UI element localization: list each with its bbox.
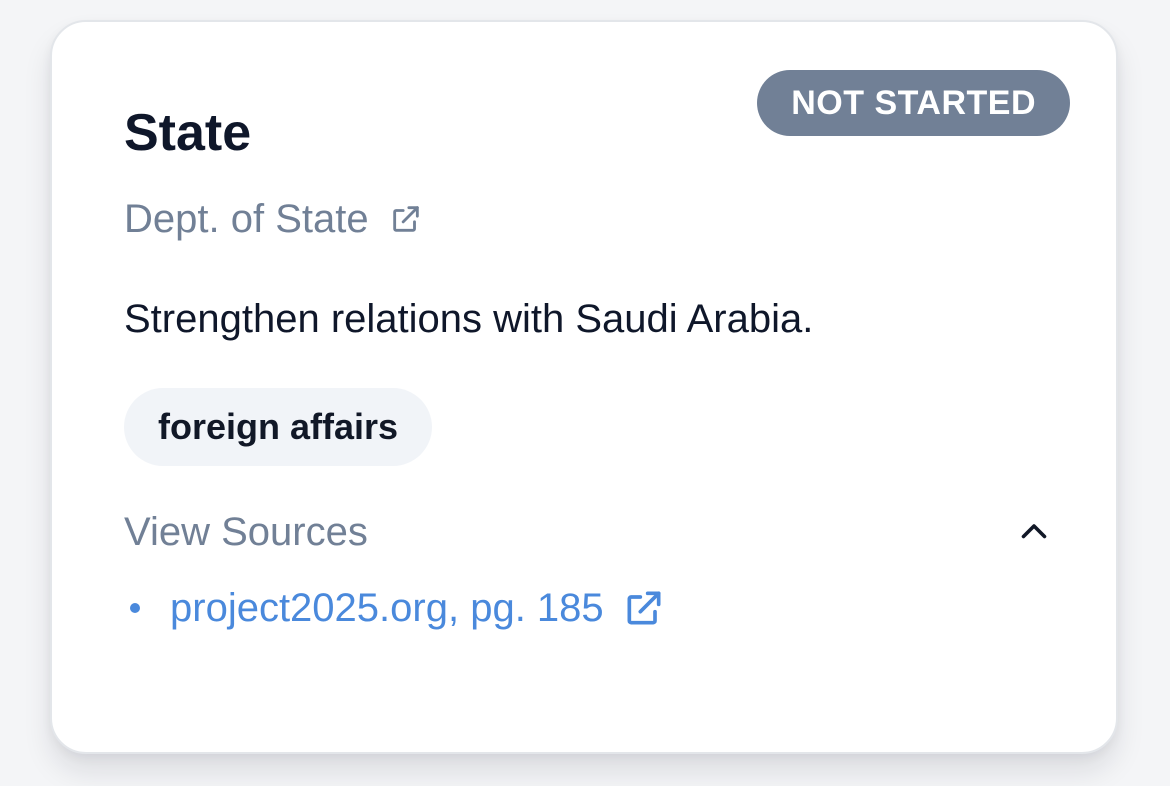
status-badge: NOT STARTED	[757, 70, 1070, 136]
external-link-icon	[389, 202, 423, 236]
bullet-dot	[130, 603, 140, 613]
view-sources-label: View Sources	[124, 510, 368, 554]
policy-card: NOT STARTED State Dept. of State Strengt…	[50, 20, 1118, 754]
source-item: project2025.org, pg. 185	[124, 578, 666, 638]
sources-list: project2025.org, pg. 185	[124, 578, 666, 638]
tag-foreign-affairs[interactable]: foreign affairs	[124, 388, 433, 466]
card-title: State	[124, 104, 252, 162]
department-link[interactable]: Dept. of State	[124, 192, 423, 246]
card-description: Strengthen relations with Saudi Arabia.	[124, 297, 814, 341]
chevron-up-icon[interactable]	[1016, 514, 1052, 550]
source-link[interactable]: project2025.org, pg. 185	[170, 578, 666, 638]
department-label: Dept. of State	[124, 197, 369, 241]
external-link-icon	[622, 586, 666, 630]
view-sources-toggle[interactable]: View Sources	[124, 502, 1052, 562]
source-link-label: project2025.org, pg. 185	[170, 586, 604, 630]
